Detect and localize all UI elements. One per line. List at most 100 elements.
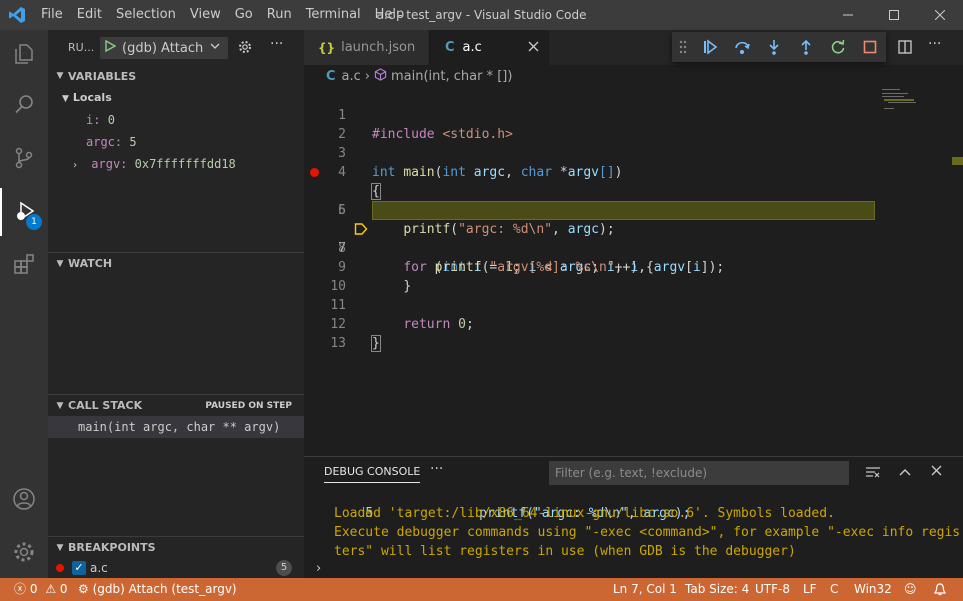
call-stack-frame[interactable]: main(int argc, char ** argv) <box>48 416 304 438</box>
status-bar: ⓧ 0 ⚠ 0 ⚙ (gdb) Attach (test_argv) Ln 7,… <box>0 578 963 601</box>
menu-go[interactable]: Go <box>228 0 260 30</box>
variable-row[interactable]: argc: 5 <box>48 131 304 153</box>
chevron-right-icon: › <box>364 68 370 84</box>
step-out-icon[interactable] <box>790 39 822 55</box>
restart-icon[interactable] <box>822 39 854 55</box>
clear-console-icon[interactable] <box>866 466 880 482</box>
activity-bar: 1 <box>0 30 48 578</box>
watch-section-header[interactable]: ▼ WATCH <box>48 252 304 274</box>
breakpoints-title: BREAKPOINTS <box>68 541 156 554</box>
code-line: 9 } <box>304 239 944 294</box>
menu-edit[interactable]: Edit <box>70 0 109 30</box>
minimap[interactable] <box>882 87 952 127</box>
variable-value: 0 <box>107 113 115 127</box>
locals-label: Locals <box>72 91 112 104</box>
menu-bar: File Edit Selection View Go Run Terminal… <box>34 0 411 30</box>
json-file-icon: {} <box>318 40 336 55</box>
notifications-bell-icon[interactable] <box>934 578 946 601</box>
search-icon[interactable] <box>0 80 48 128</box>
language-status[interactable]: C <box>830 578 838 601</box>
tab-launch-json[interactable]: {} launch.json <box>304 30 428 65</box>
menu-view[interactable]: View <box>183 0 228 30</box>
variable-row[interactable]: › argv: 0x7fffffffdd18 <box>48 153 304 175</box>
run-debug-icon[interactable]: 1 <box>0 188 48 236</box>
close-panel-icon[interactable] <box>931 465 942 480</box>
chevron-down-icon <box>210 40 220 55</box>
menu-run[interactable]: Run <box>260 0 299 30</box>
breakpoint-dot-icon[interactable] <box>310 168 319 177</box>
cursor-position-status[interactable]: Ln 7, Col 1 <box>613 578 677 601</box>
console-input-prompt-icon[interactable]: › <box>316 561 321 576</box>
code-line: 13 <box>304 315 944 351</box>
variable-row[interactable]: i: 0 <box>48 109 304 131</box>
launch-config-select[interactable]: (gdb) Attach <box>100 37 228 59</box>
debug-target-status[interactable]: ⚙ (gdb) Attach (test_argv) <box>78 578 237 601</box>
code-line: 3 int main(int argc, char *argv[]) <box>304 125 944 180</box>
code-token: } <box>371 335 381 352</box>
breakpoint-item[interactable]: ✓ a.c 5 <box>48 558 304 578</box>
minimize-button[interactable] <box>825 0 871 30</box>
scrollbar-marker <box>952 157 963 165</box>
chevron-down-icon: ▼ <box>56 542 64 553</box>
menu-terminal[interactable]: Terminal <box>299 0 368 30</box>
debug-toolbar <box>672 32 886 62</box>
more-actions-icon[interactable]: ··· <box>270 36 283 52</box>
c-file-icon: C <box>445 40 455 55</box>
console-line: ters" will list registers in use (when G… <box>334 544 796 559</box>
vscode-logo-icon <box>0 0 34 30</box>
breadcrumb-symbol[interactable]: main(int, char * []) <box>391 69 512 84</box>
manage-gear-icon[interactable] <box>0 528 48 576</box>
launch-settings-gear-icon[interactable] <box>238 40 252 57</box>
panel-more-icon[interactable]: ··· <box>430 461 443 477</box>
call-stack-title: CALL STACK <box>68 399 143 412</box>
problems-status[interactable]: ⓧ 0 ⚠ 0 <box>14 578 68 601</box>
close-tab-icon[interactable] <box>528 41 539 56</box>
close-window-button[interactable] <box>917 0 963 30</box>
maximize-button[interactable] <box>871 0 917 30</box>
extensions-icon[interactable] <box>0 240 48 288</box>
tab-debug-console[interactable]: DEBUG CONSOLE <box>324 465 421 483</box>
drag-handle-icon[interactable] <box>672 40 694 54</box>
chevron-down-icon: ▼ <box>56 258 64 269</box>
source-control-icon[interactable] <box>0 134 48 182</box>
debug-icon: ⚙ <box>78 582 89 596</box>
feedback-icon[interactable]: ☺ <box>904 578 917 601</box>
step-into-icon[interactable] <box>758 39 790 55</box>
code-line: 8 printf("argv[%d]: %s\n", i, argv[i]); <box>304 220 944 275</box>
breakpoint-dot-icon <box>56 564 64 572</box>
breakpoints-section-header[interactable]: ▼ BREAKPOINTS <box>48 536 304 558</box>
launch-config-label: (gdb) Attach <box>122 40 204 56</box>
locals-scope[interactable]: ▼ Locals <box>48 87 304 109</box>
maximize-panel-icon[interactable] <box>899 466 911 481</box>
breadcrumb-file[interactable]: a.c <box>342 69 361 84</box>
continue-icon[interactable] <box>694 39 726 55</box>
error-icon: ⓧ <box>14 582 27 596</box>
tab-size-status[interactable]: Tab Size: 4 <box>685 578 749 601</box>
menu-file[interactable]: File <box>34 0 70 30</box>
console-filter-input[interactable]: Filter (e.g. text, !exclude) <box>549 461 849 485</box>
accounts-icon[interactable] <box>0 475 48 523</box>
editor-more-actions-icon[interactable]: ··· <box>928 36 941 52</box>
stop-icon[interactable] <box>854 39 886 55</box>
menu-help[interactable]: Help <box>368 0 412 30</box>
breakpoint-checkbox[interactable]: ✓ <box>72 561 86 575</box>
debug-badge: 1 <box>26 214 42 230</box>
code-editor[interactable]: 1 #include <stdio.h> 2 3 int main(int ar… <box>304 87 963 455</box>
menu-selection[interactable]: Selection <box>109 0 183 30</box>
start-debug-icon[interactable] <box>104 39 117 56</box>
run-header: RU... (gdb) Attach ··· <box>48 30 304 65</box>
eol-status[interactable]: LF <box>803 578 817 601</box>
tab-a-c[interactable]: C a.c <box>429 30 549 65</box>
variables-section-header[interactable]: ▼ VARIABLES <box>48 65 304 87</box>
split-editor-icon[interactable] <box>898 40 912 58</box>
warning-count: 0 <box>59 582 68 596</box>
run-debug-sidebar: RU... (gdb) Attach ··· ▼ VARIABLES ▼ Loca… <box>48 30 304 578</box>
tab-label: a.c <box>462 40 482 55</box>
call-stack-section-header[interactable]: ▼ CALL STACK PAUSED ON STEP <box>48 394 304 416</box>
step-over-icon[interactable] <box>726 39 758 55</box>
platform-status[interactable]: Win32 <box>854 578 892 601</box>
code-line: 2 <box>304 106 944 142</box>
explorer-icon[interactable] <box>0 30 48 78</box>
chevron-right-icon: › <box>72 160 79 171</box>
encoding-status[interactable]: UTF-8 <box>755 578 790 601</box>
